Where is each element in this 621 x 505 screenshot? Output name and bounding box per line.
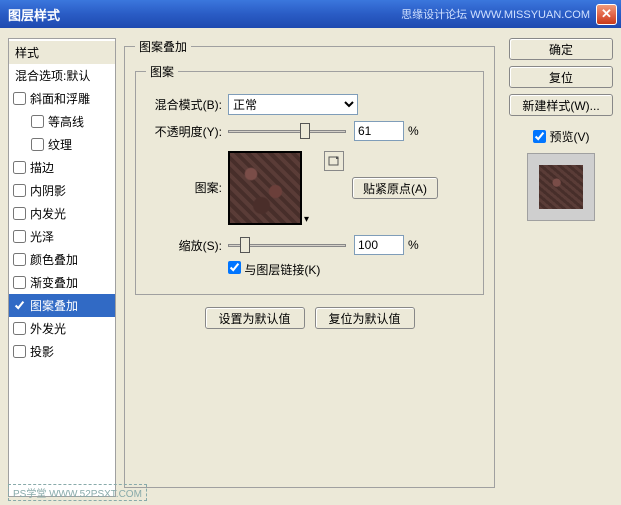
pattern-overlay-group: 图案叠加 图案 混合模式(B): 正常 不透明度(Y): %: [124, 38, 495, 488]
sidebar-label-3: 描边: [30, 159, 54, 176]
sidebar-checkbox-8[interactable]: [13, 276, 26, 289]
sidebar-item-5[interactable]: 内发光: [9, 202, 115, 225]
preview-swatch: [539, 165, 583, 209]
snap-origin-button[interactable]: 贴紧原点(A): [352, 177, 438, 199]
sidebar-item-6[interactable]: 光泽: [9, 225, 115, 248]
sidebar-label-8: 渐变叠加: [30, 274, 78, 291]
pattern-label: 图案:: [146, 179, 222, 196]
inner-legend: 图案: [146, 63, 178, 80]
preview-toggle[interactable]: 预览(V): [509, 128, 613, 145]
sidebar-label-1: 等高线: [48, 113, 84, 130]
footer-watermark: PS学堂 WWW.52PSXT.COM: [8, 484, 147, 501]
sidebar-item-0[interactable]: 斜面和浮雕: [9, 87, 115, 110]
reset-button[interactable]: 复位: [509, 66, 613, 88]
opacity-pct: %: [408, 124, 419, 138]
pattern-picker[interactable]: [228, 151, 302, 225]
outer-legend: 图案叠加: [135, 38, 191, 55]
scale-pct: %: [408, 238, 419, 252]
sidebar-item-1[interactable]: 等高线: [9, 110, 115, 133]
blend-mode-label: 混合模式(B):: [146, 96, 222, 113]
link-checkbox[interactable]: [228, 261, 241, 274]
sidebar-item-9[interactable]: 图案叠加: [9, 294, 115, 317]
blend-mode-select[interactable]: 正常: [228, 94, 358, 115]
sidebar-checkbox-10[interactable]: [13, 322, 26, 335]
sidebar-item-10[interactable]: 外发光: [9, 317, 115, 340]
pattern-inner-group: 图案 混合模式(B): 正常 不透明度(Y): % 图案:: [135, 63, 484, 295]
sidebar-checkbox-9[interactable]: [13, 299, 26, 312]
window-title: 图层样式: [8, 5, 60, 24]
sidebar-blend-default[interactable]: 混合选项:默认: [9, 64, 115, 87]
brand-text: 思缘设计论坛 WWW.MISSYUAN.COM: [401, 6, 590, 22]
pattern-dropdown-arrow[interactable]: [302, 151, 316, 225]
close-button[interactable]: ✕: [596, 4, 617, 25]
sidebar-item-4[interactable]: 内阴影: [9, 179, 115, 202]
new-style-button[interactable]: 新建样式(W)...: [509, 94, 613, 116]
sidebar-label-6: 光泽: [30, 228, 54, 245]
sidebar-header[interactable]: 样式: [9, 41, 115, 64]
sidebar-item-3[interactable]: 描边: [9, 156, 115, 179]
sidebar-checkbox-7[interactable]: [13, 253, 26, 266]
scale-label: 缩放(S):: [146, 237, 222, 254]
sidebar-checkbox-2[interactable]: [31, 138, 44, 151]
sidebar-label-2: 纹理: [48, 136, 72, 153]
sidebar-label-10: 外发光: [30, 320, 66, 337]
sidebar-label-4: 内阴影: [30, 182, 66, 199]
sidebar-item-11[interactable]: 投影: [9, 340, 115, 363]
opacity-slider[interactable]: [228, 121, 346, 141]
sidebar-label-0: 斜面和浮雕: [30, 90, 90, 107]
sidebar-checkbox-6[interactable]: [13, 230, 26, 243]
sidebar-item-7[interactable]: 颜色叠加: [9, 248, 115, 271]
sidebar-checkbox-1[interactable]: [31, 115, 44, 128]
sidebar-checkbox-0[interactable]: [13, 92, 26, 105]
scale-input[interactable]: [354, 235, 404, 255]
sidebar-checkbox-11[interactable]: [13, 345, 26, 358]
new-pattern-icon[interactable]: [324, 151, 344, 171]
titlebar: 图层样式 思缘设计论坛 WWW.MISSYUAN.COM ✕: [0, 0, 621, 28]
sidebar-label-7: 颜色叠加: [30, 251, 78, 268]
preview-checkbox[interactable]: [533, 130, 546, 143]
preview-box: [527, 153, 595, 221]
reset-default-button[interactable]: 复位为默认值: [315, 307, 415, 329]
sidebar-checkbox-3[interactable]: [13, 161, 26, 174]
sidebar-checkbox-4[interactable]: [13, 184, 26, 197]
opacity-label: 不透明度(Y):: [146, 123, 222, 140]
styles-sidebar: 样式 混合选项:默认 斜面和浮雕等高线纹理描边内阴影内发光光泽颜色叠加渐变叠加图…: [8, 38, 116, 497]
sidebar-item-8[interactable]: 渐变叠加: [9, 271, 115, 294]
link-with-layer[interactable]: 与图层链接(K): [228, 261, 320, 278]
sidebar-label-5: 内发光: [30, 205, 66, 222]
sidebar-label-9: 图案叠加: [30, 297, 78, 314]
sidebar-item-2[interactable]: 纹理: [9, 133, 115, 156]
scale-slider[interactable]: [228, 235, 346, 255]
ok-button[interactable]: 确定: [509, 38, 613, 60]
sidebar-checkbox-5[interactable]: [13, 207, 26, 220]
sidebar-label-11: 投影: [30, 343, 54, 360]
set-default-button[interactable]: 设置为默认值: [205, 307, 305, 329]
opacity-input[interactable]: [354, 121, 404, 141]
